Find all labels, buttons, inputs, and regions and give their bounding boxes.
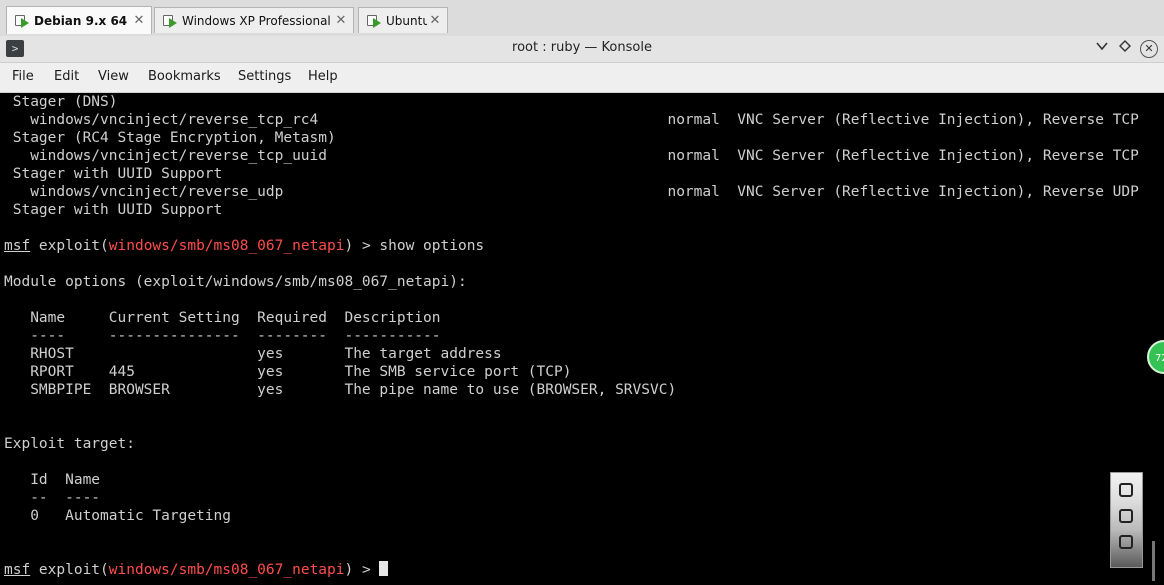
terminal-line: Stager (RC4 Stage Encryption, Metasm) xyxy=(4,130,336,146)
prompt-command: ) > show options xyxy=(344,238,485,254)
vm-running-icon xyxy=(367,14,381,28)
terminal-line: -- ---- xyxy=(4,490,101,506)
menu-edit[interactable]: Edit xyxy=(54,69,79,84)
tab-debian[interactable]: Debian 9.x 64 位 ✕ xyxy=(6,6,152,34)
window-titlebar: > root : ruby — Konsole ✕ xyxy=(0,36,1164,63)
terminal-line: Exploit target: xyxy=(4,436,135,452)
minimize-chevron-down-icon[interactable] xyxy=(1092,39,1112,59)
tab-ubuntu[interactable]: Ubuntu ✕ xyxy=(358,7,448,33)
glyph-decoration xyxy=(1119,535,1133,549)
menu-settings[interactable]: Settings xyxy=(238,69,291,84)
terminal-scrollbar[interactable] xyxy=(1152,541,1155,581)
vm-tab-bar: Debian 9.x 64 位 ✕ Windows XP Professiona… xyxy=(0,0,1164,37)
terminal-line: ---- --------------- -------- ----------… xyxy=(4,328,441,344)
msf-prompt-line: msf exploit(windows/smb/ms08_067_netapi)… xyxy=(4,561,389,579)
close-icon[interactable]: ✕ xyxy=(131,13,147,28)
menu-help[interactable]: Help xyxy=(308,69,338,84)
msf-label: msf xyxy=(4,238,31,254)
window-title: root : ruby — Konsole xyxy=(512,40,652,55)
close-icon[interactable]: ✕ xyxy=(333,13,349,28)
glyph-decoration xyxy=(1119,483,1133,497)
terminal-line: Name Current Setting Required Descriptio… xyxy=(4,310,441,326)
close-icon[interactable]: ✕ xyxy=(427,13,443,28)
terminal-line: RPORT 445 yes The SMB service port (TCP) xyxy=(4,364,572,380)
terminal-line: windows/vncinject/reverse_tcp_uuid norma… xyxy=(4,148,1139,164)
terminal-line: Stager with UUID Support xyxy=(4,202,223,218)
terminal-line: windows/vncinject/reverse_tcp_rc4 normal… xyxy=(4,112,1139,128)
prompt-prefix: exploit( xyxy=(30,238,109,254)
terminal-line: windows/vncinject/reverse_udp normal VNC… xyxy=(4,184,1139,200)
terminal-output[interactable]: Stager (DNS) windows/vncinject/reverse_t… xyxy=(0,93,1164,585)
module-path: windows/smb/ms08_067_netapi xyxy=(108,238,345,254)
prompt-prefix: exploit( xyxy=(30,562,109,578)
terminal-line: Stager (DNS) xyxy=(4,94,118,110)
tab-label: Ubuntu xyxy=(386,13,427,28)
terminal-line: 0 Automatic Targeting xyxy=(4,508,231,524)
vm-running-icon xyxy=(15,14,29,28)
msf-label: msf xyxy=(4,562,31,578)
maximize-diamond-icon[interactable] xyxy=(1115,39,1135,59)
glyph-decoration xyxy=(1119,509,1133,523)
tab-label: Windows XP Professional No P... xyxy=(182,13,333,28)
vm-running-icon xyxy=(163,14,177,28)
terminal-line: Id Name xyxy=(4,472,101,488)
prompt-command: ) > xyxy=(344,562,380,578)
close-window-icon[interactable]: ✕ xyxy=(1140,40,1158,58)
tab-windows-xp[interactable]: Windows XP Professional No P... ✕ xyxy=(154,7,354,33)
calligraphy-thumbnail-image xyxy=(1110,472,1143,568)
terminal-line: RHOST yes The target address xyxy=(4,346,502,362)
module-path: windows/smb/ms08_067_netapi xyxy=(108,562,345,578)
terminal-line: SMBPIPE BROWSER yes The pipe name to use… xyxy=(4,382,677,398)
menu-view[interactable]: View xyxy=(98,69,129,84)
menu-bookmarks[interactable]: Bookmarks xyxy=(148,69,221,84)
menu-bar: File Edit View Bookmarks Settings Help xyxy=(0,63,1164,93)
menu-file[interactable]: File xyxy=(12,69,34,84)
terminal-line: Stager with UUID Support xyxy=(4,166,223,182)
terminal-line: Module options (exploit/windows/smb/ms08… xyxy=(4,274,467,290)
text-cursor xyxy=(379,561,389,576)
tab-label: Debian 9.x 64 位 xyxy=(34,14,131,28)
msf-prompt-line: msf exploit(windows/smb/ms08_067_netapi)… xyxy=(4,237,484,255)
